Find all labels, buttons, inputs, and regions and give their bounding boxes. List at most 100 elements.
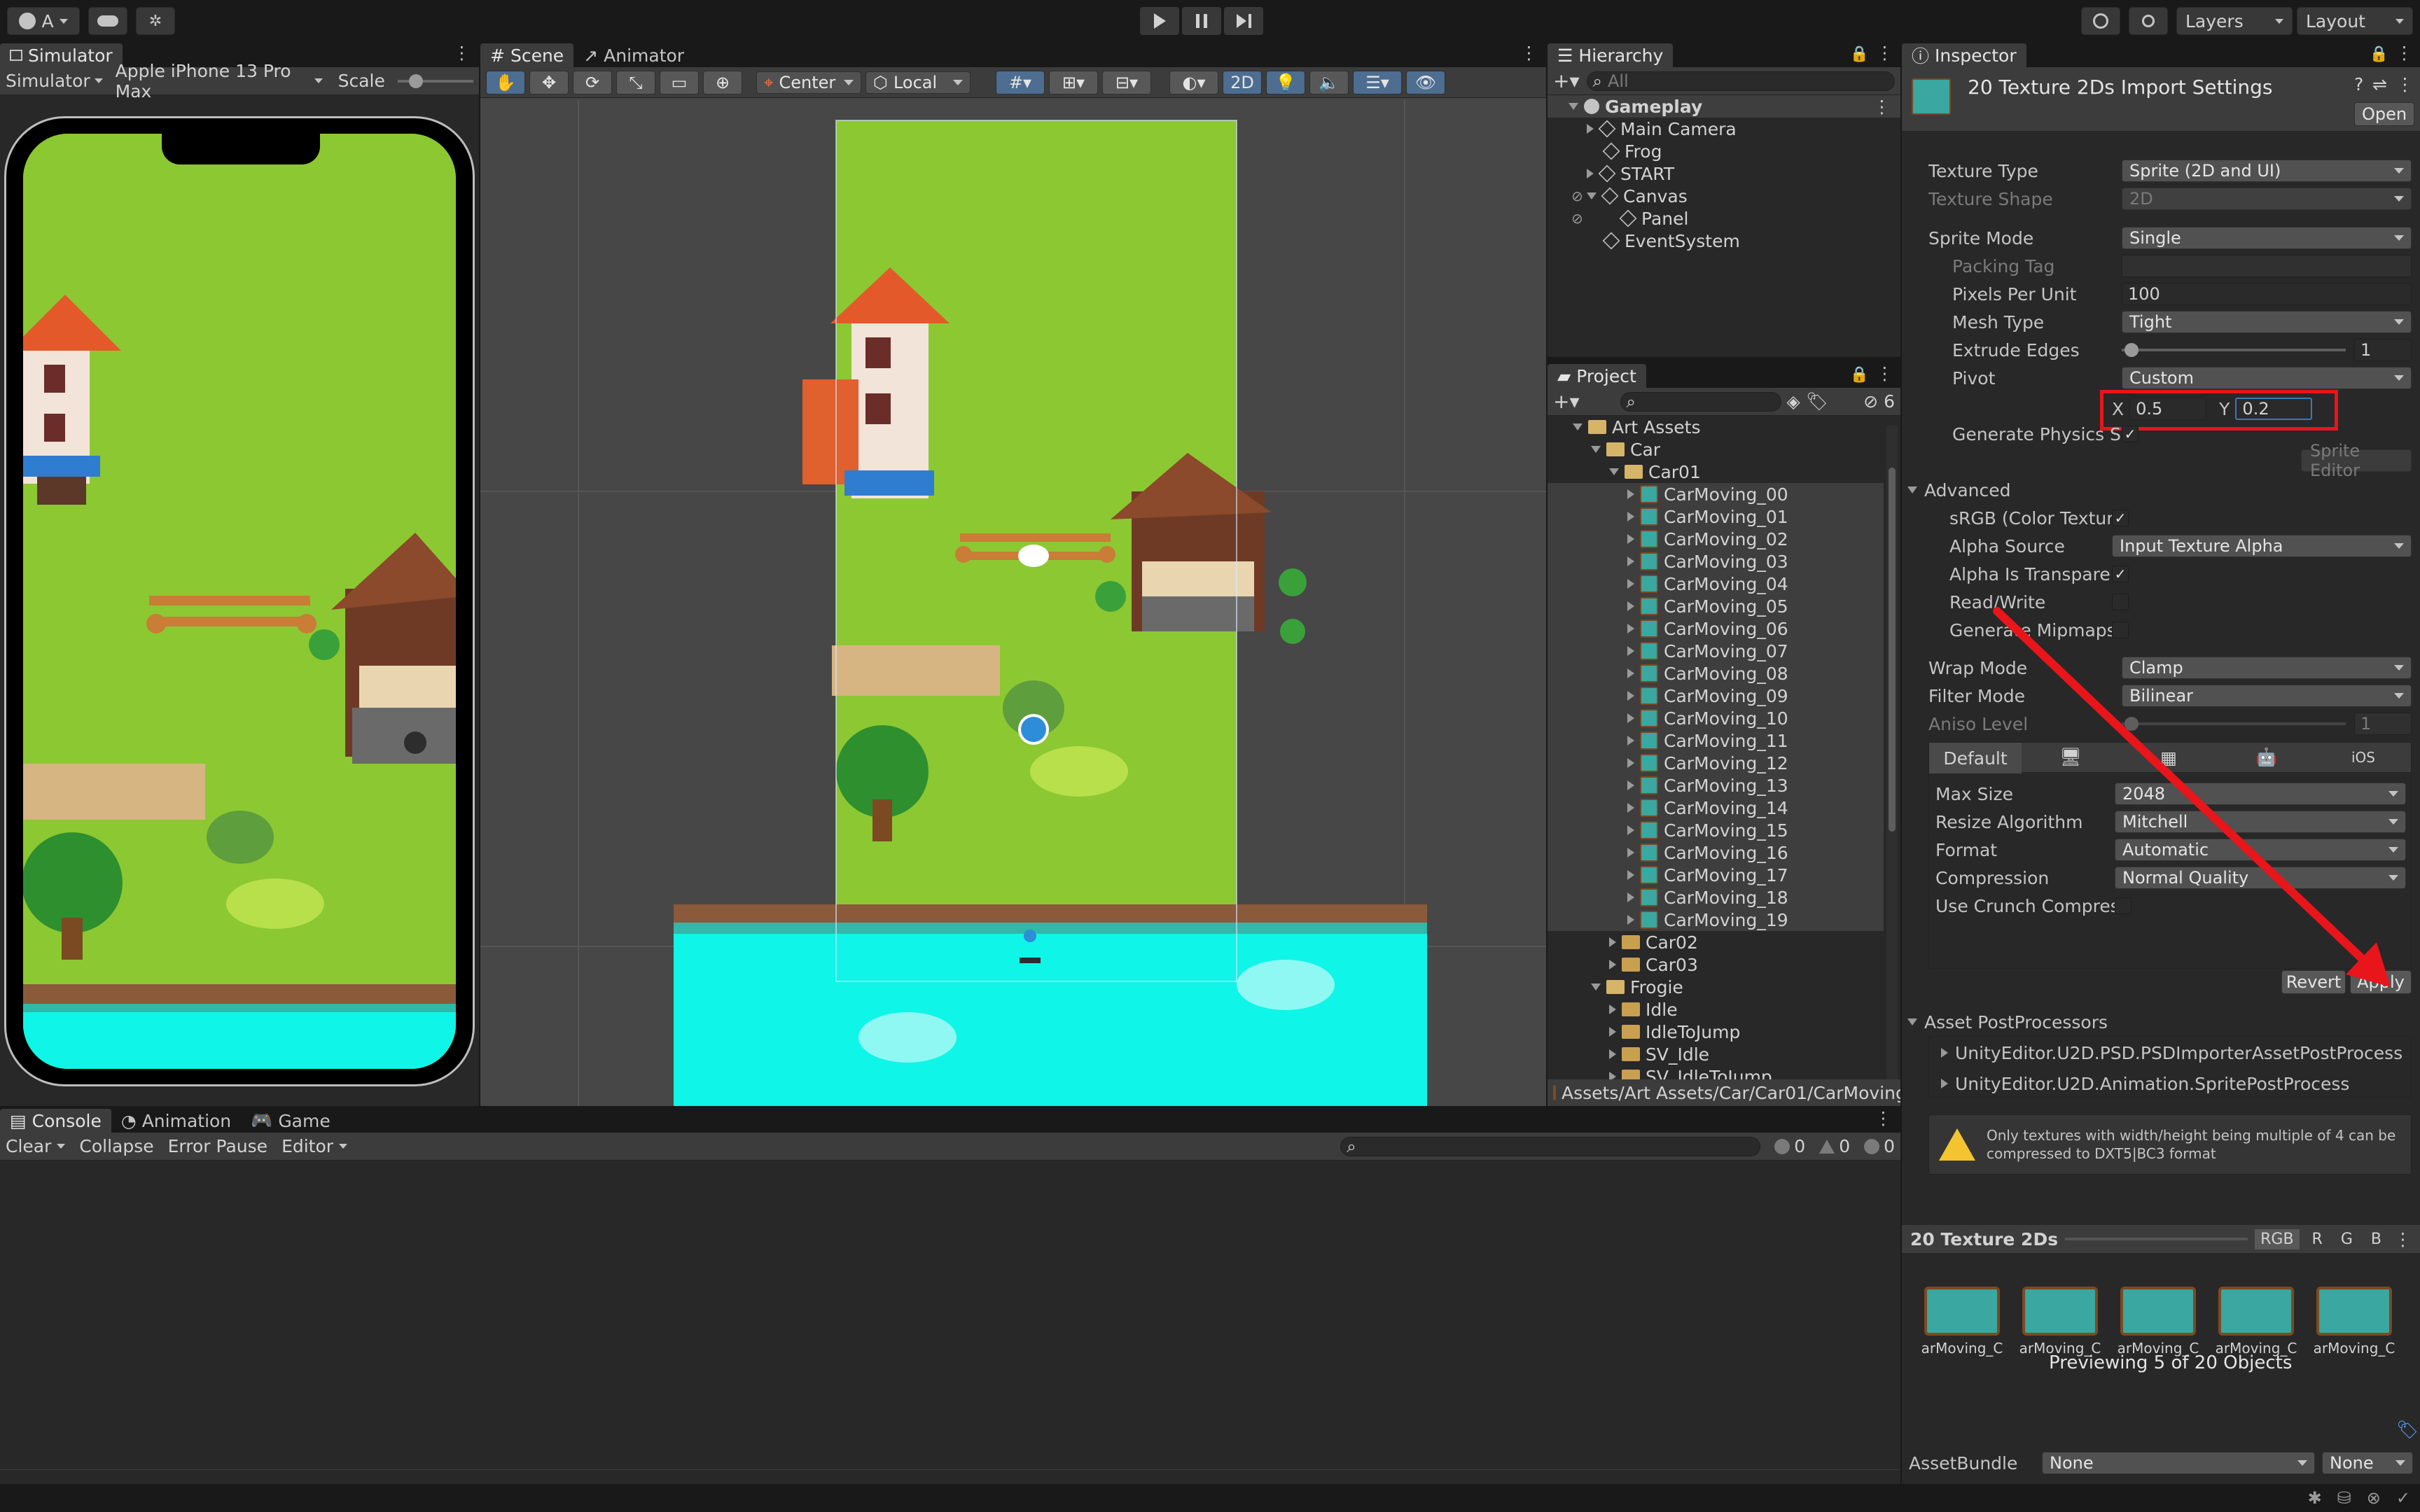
collapse-button[interactable]: Collapse [79,1136,153,1156]
more-icon[interactable]: ⋮ [453,43,471,63]
alpha-transparency-checkbox[interactable]: ✓ [2112,566,2129,582]
packing-tag-field[interactable] [2122,255,2412,277]
expand-icon[interactable] [1609,960,1616,969]
effects-button[interactable]: ☰▾ [1353,70,1402,94]
lock-icon[interactable]: 🔒 [1850,46,1869,63]
project-item-car-sprite[interactable]: CarMoving_18 [1548,886,1884,909]
expand-icon[interactable] [1907,1018,1917,1026]
expand-icon[interactable] [1627,870,1634,880]
error-count[interactable]: 0 [1864,1136,1895,1156]
project-item-car-sprite[interactable]: CarMoving_11 [1548,729,1884,752]
texture-type-dropdown[interactable]: Sprite (2D and UI) [2122,160,2412,182]
assetbundle-dropdown[interactable]: None [2042,1452,2315,1474]
expand-icon[interactable] [1627,579,1634,589]
channel-rgb-button[interactable]: RGB [2255,1228,2300,1250]
more-icon[interactable]: ⋮ [1520,43,1538,63]
variant-dropdown[interactable]: None [2322,1452,2413,1474]
folder-art-assets[interactable]: Art Assets [1573,416,1701,438]
bug-icon[interactable]: ✱ [2308,1488,2322,1508]
more-icon[interactable]: ⋮ [1875,1108,1892,1128]
crunch-checkbox[interactable] [2115,897,2132,914]
sprite-editor-button[interactable]: Sprite Editor [2301,441,2412,480]
filter-mode-dropdown[interactable]: Bilinear [2122,685,2412,707]
lock-icon[interactable]: 🔒 [1850,366,1869,384]
expand-icon[interactable] [1587,192,1597,200]
add-button[interactable]: +▾ [1553,390,1580,413]
tab-scene[interactable]: # Scene [480,43,574,67]
preview-thumbnail[interactable]: arMoving_C [1921,1287,2003,1357]
audio-button[interactable]: 🔈 [1309,70,1349,94]
project-item-frogie-folder[interactable]: IdleToJump [1609,1021,1740,1043]
project-item-car-sprite[interactable]: CarMoving_05 [1548,595,1884,617]
slider-handle[interactable] [2125,717,2139,731]
expand-icon[interactable] [1627,713,1634,723]
filter-label-icon[interactable]: 🏷 [1806,391,1828,412]
folder-car01[interactable]: Car01 [1609,461,1701,483]
pause-button[interactable] [1182,7,1221,35]
expand-icon[interactable] [1609,468,1619,475]
warning-count[interactable]: 0 [1819,1136,1850,1156]
expand-icon[interactable] [1627,892,1634,902]
aniso-slider[interactable] [2122,717,2346,731]
console-search-input[interactable]: ⌕ [1340,1136,1761,1156]
search-button[interactable] [2129,7,2168,35]
draw-mode-button[interactable]: ◐▾ [1169,70,1218,94]
scale-tool-button[interactable]: ⤡ [616,70,655,94]
network-icon[interactable]: ⊗ [2367,1488,2381,1508]
hidden-packages-icon[interactable]: ⊘ [1863,391,1878,412]
folder-car[interactable]: Car [1591,438,1660,461]
platform-tab-ios[interactable]: iOS [2316,743,2411,772]
scale-slider[interactable] [397,74,473,88]
postprocessor-item[interactable]: UnityEditor.U2D.Animation.SpritePostProc… [1941,1071,2403,1096]
preview-thumbnail[interactable]: arMoving_C [2314,1287,2395,1357]
scene-viewport[interactable] [480,99,1546,1106]
cache-icon[interactable]: ⛁ [2337,1488,2351,1508]
folder-car02[interactable]: Car02 [1609,931,1698,953]
gen-physics-checkbox[interactable]: ✓ [2122,426,2139,442]
expand-icon[interactable] [1627,803,1634,813]
tab-hierarchy[interactable]: ☰ Hierarchy [1548,43,1674,67]
check-icon[interactable]: ✓ [2396,1488,2410,1508]
expand-icon[interactable] [1627,825,1634,835]
phone-screen[interactable] [23,134,456,1069]
project-scrollbar[interactable] [1886,426,1898,1084]
project-item-car-sprite[interactable]: CarMoving_09 [1548,685,1884,707]
folder-car03[interactable]: Car03 [1609,953,1698,976]
project-item-frogie-folder[interactable]: SV_Idle [1609,1043,1709,1065]
rotate-tool-button[interactable]: ⟳ [573,70,612,94]
pivot-x-field[interactable]: 0.5 [2129,398,2207,420]
platform-tab-webgl[interactable]: ▦ [2120,743,2218,772]
expand-icon[interactable] [1627,512,1634,522]
project-item-car-sprite[interactable]: CarMoving_04 [1548,573,1884,595]
ppu-field[interactable]: 100 [2122,283,2412,305]
scrollbar-thumb[interactable] [1889,468,1896,832]
expand-icon[interactable] [1609,1049,1616,1059]
more-icon[interactable]: ⋮ [2394,1229,2412,1250]
project-item-car-sprite[interactable]: CarMoving_06 [1548,617,1884,640]
tab-inspector[interactable]: ⓘ Inspector [1902,43,2026,67]
expand-icon[interactable] [1569,103,1578,110]
project-item-car-sprite[interactable]: CarMoving_13 [1548,774,1884,797]
hierarchy-item-frog[interactable]: Frog [1602,140,1662,162]
platform-tab-default[interactable]: Default [1929,743,2022,774]
wrap-mode-dropdown[interactable]: Clamp [2122,657,2412,679]
project-item-car-sprite[interactable]: CarMoving_15 [1548,819,1884,841]
editor-dropdown[interactable]: Editor [281,1136,348,1156]
hierarchy-item-main-camera[interactable]: Main Camera [1587,118,1737,140]
filter-type-icon[interactable]: ◈ [1787,391,1800,412]
play-button[interactable] [1140,7,1179,35]
expand-icon[interactable] [1907,486,1917,493]
expand-icon[interactable] [1591,983,1601,990]
channel-g-button[interactable]: G [2335,1229,2358,1250]
more-icon[interactable]: ⋮ [1876,363,1893,384]
resize-dropdown[interactable]: Mitchell [2115,811,2406,833]
extrude-slider[interactable] [2122,343,2346,357]
visibility-button[interactable]: 👁 [1406,70,1445,94]
expand-icon[interactable] [1587,169,1594,178]
hierarchy-search-input[interactable]: ⌕ All [1586,71,1895,91]
project-item-car-sprite[interactable]: CarMoving_02 [1548,528,1884,550]
slider-handle[interactable] [2125,343,2139,357]
expand-icon[interactable] [1627,489,1634,499]
preview-thumbnail[interactable]: arMoving_C [2216,1287,2297,1357]
tab-console[interactable]: ▤ Console [0,1109,111,1133]
